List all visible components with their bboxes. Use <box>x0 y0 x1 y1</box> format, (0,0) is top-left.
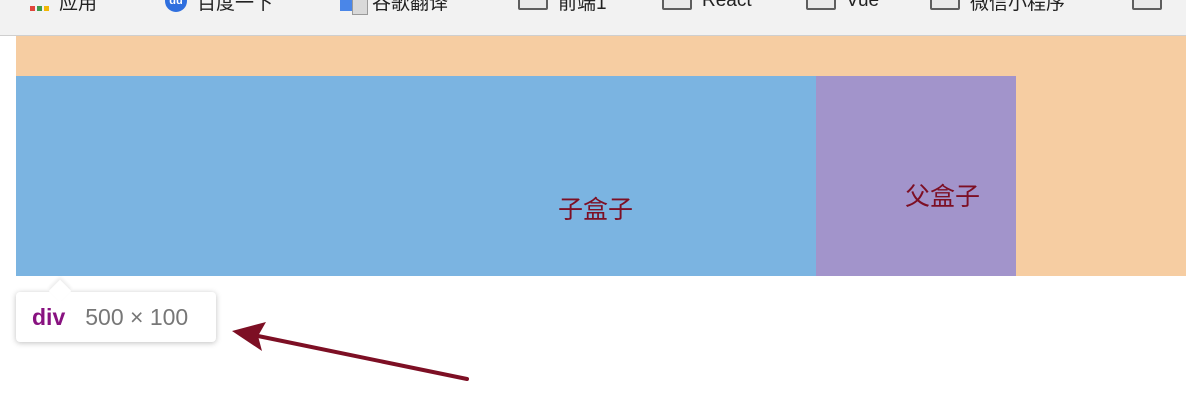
annotation-arrow <box>232 322 469 381</box>
page: 应用 du 百度一下 谷歌翻译 前端1 React Vue 微信小程序 子盒子 … <box>0 0 1186 408</box>
